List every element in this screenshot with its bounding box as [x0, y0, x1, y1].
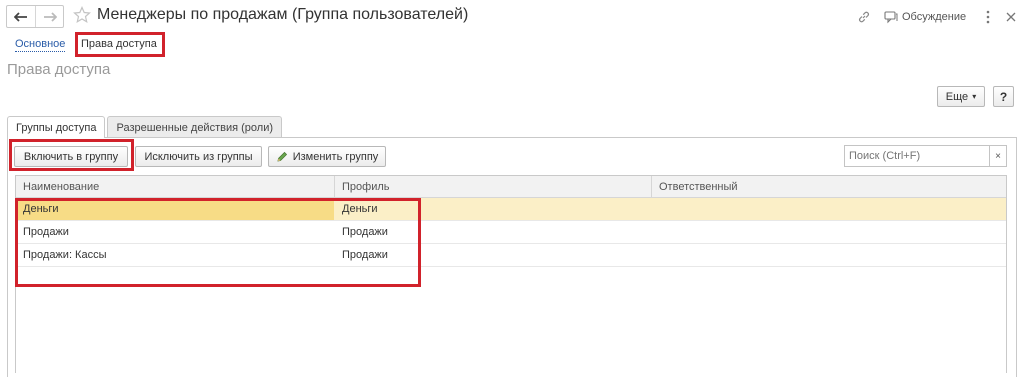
close-icon[interactable] — [1006, 8, 1016, 26]
favorite-star-icon[interactable] — [73, 6, 91, 24]
page-title: Менеджеры по продажам (Группа пользовате… — [97, 6, 469, 23]
link-icon[interactable] — [857, 8, 871, 26]
search-input[interactable] — [844, 145, 990, 167]
discussion-button[interactable]: Обсуждение — [884, 8, 966, 26]
cell-responsible — [651, 198, 1006, 220]
edit-group-label: Изменить группу — [292, 150, 379, 163]
nav-link-basic[interactable]: Основное — [15, 38, 66, 52]
chevron-down-icon: ▾ — [972, 92, 977, 101]
edit-group-button[interactable]: Изменить группу — [268, 146, 386, 167]
column-header-responsible[interactable]: Ответственный — [651, 176, 1006, 197]
tab-allowed-actions[interactable]: Разрешенные действия (роли) — [107, 116, 283, 138]
table-header: Наименование Профиль Ответственный — [16, 176, 1006, 198]
highlight-frame-include-button — [9, 139, 134, 171]
tab-access-groups[interactable]: Группы доступа — [7, 116, 106, 138]
column-header-name[interactable]: Наименование — [16, 176, 334, 197]
highlight-frame-rows — [15, 198, 421, 287]
help-button[interactable]: ? — [993, 86, 1014, 107]
more-menu-icon[interactable] — [986, 8, 990, 26]
chat-icon — [884, 10, 898, 23]
exclude-from-group-button[interactable]: Исключить из группы — [135, 146, 262, 167]
clear-search-button[interactable]: × — [990, 145, 1007, 167]
discussion-label: Обсуждение — [902, 11, 967, 23]
column-header-profile[interactable]: Профиль — [334, 176, 651, 197]
back-button[interactable] — [7, 6, 35, 27]
section-title: Права доступа — [7, 61, 111, 78]
cell-responsible — [651, 221, 1006, 243]
history-nav — [6, 5, 64, 28]
highlight-frame-access-link — [75, 32, 165, 57]
forward-button[interactable] — [35, 6, 63, 27]
pencil-icon — [277, 151, 287, 162]
more-button[interactable]: Еще ▾ — [937, 86, 985, 107]
arrow-left-icon — [14, 11, 27, 22]
arrow-right-icon — [43, 11, 57, 22]
tab-bar: Группы доступа Разрешенные действия (рол… — [7, 116, 283, 138]
more-button-label: Еще — [945, 90, 969, 103]
cell-responsible — [651, 244, 1006, 266]
